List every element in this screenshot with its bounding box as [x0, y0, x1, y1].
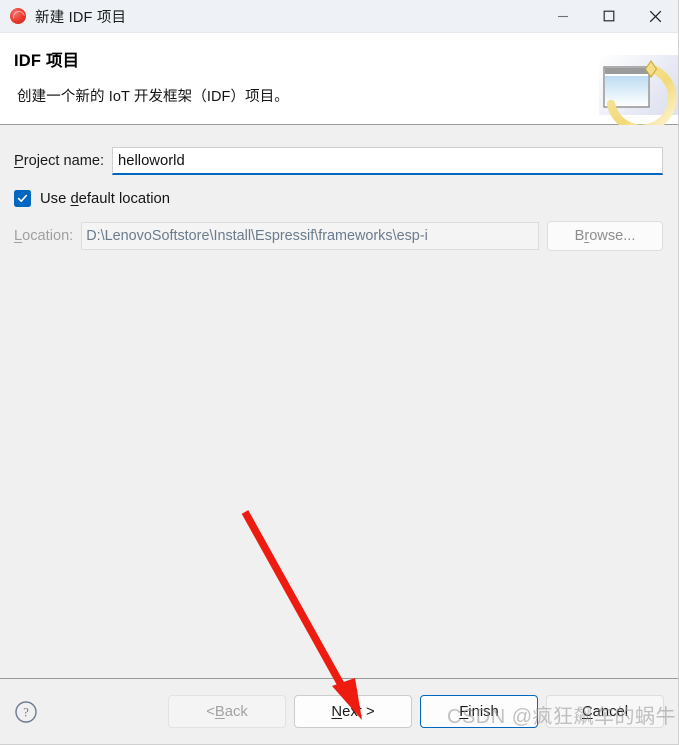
next-button-mnemonic: N [331, 703, 343, 720]
use-default-location-row[interactable]: Use default location [14, 190, 663, 207]
project-name-input[interactable]: helloworld [112, 147, 663, 175]
new-idf-project-dialog: 新建 IDF 项目 IDF 项目 创建一个新的 IoT 开发框架（IDF）项目。 [0, 0, 679, 745]
location-label: Location: [14, 228, 73, 244]
location-label-text: ocation: [22, 228, 74, 244]
wizard-banner: IDF 项目 创建一个新的 IoT 开发框架（IDF）项目。 [0, 33, 678, 125]
use-default-location-label-mnemonic: d [70, 190, 79, 207]
back-button-post: ack [224, 703, 248, 720]
wizard-window-sparkle-icon [599, 55, 678, 125]
page-title: IDF 项目 [14, 52, 80, 70]
use-default-location-label-pre: Use [40, 190, 71, 207]
location-value: D:\LenovoSoftstore\Install\Espressif\fra… [86, 228, 428, 244]
back-button[interactable]: < Back [168, 695, 286, 728]
page-description: 创建一个新的 IoT 开发框架（IDF）项目。 [17, 89, 289, 105]
checkmark-icon [17, 194, 28, 202]
maximize-icon[interactable] [586, 0, 632, 32]
browse-button-pre: B [574, 228, 585, 244]
window-controls [540, 0, 678, 32]
use-default-location-checkbox[interactable] [14, 190, 31, 207]
close-icon[interactable] [632, 0, 678, 32]
next-button[interactable]: Next > [294, 695, 412, 728]
use-default-location-label-post: efault location [78, 190, 170, 207]
dialog-body: Project name: helloworld Use default loc… [0, 125, 678, 678]
project-name-value: helloworld [118, 152, 185, 169]
project-name-label-text: roject name: [23, 153, 105, 169]
project-name-label-mnemonic: P [14, 153, 24, 169]
svg-text:?: ? [23, 705, 29, 719]
espressif-logo-icon [10, 8, 26, 24]
project-name-row: Project name: helloworld [14, 147, 663, 175]
title-bar: 新建 IDF 项目 [0, 0, 678, 33]
window-title: 新建 IDF 项目 [35, 9, 127, 26]
help-question-icon[interactable]: ? [14, 700, 38, 724]
project-name-label: Project name: [14, 153, 104, 169]
back-button-pre: < [206, 703, 215, 720]
location-input: D:\LenovoSoftstore\Install\Espressif\fra… [81, 222, 539, 250]
next-button-post: ext > [342, 703, 375, 720]
minimize-icon[interactable] [540, 0, 586, 32]
csdn-watermark: CSDN @疯狂飙车的蜗牛 [447, 706, 677, 728]
location-row: Location: D:\LenovoSoftstore\Install\Esp… [14, 221, 663, 251]
browse-button[interactable]: Br owse... [547, 221, 663, 251]
use-default-location-label: Use default location [40, 191, 170, 207]
location-label-mnemonic: L [14, 228, 23, 244]
back-button-mnemonic: B [214, 703, 225, 720]
browse-button-post: owse... [589, 228, 636, 244]
